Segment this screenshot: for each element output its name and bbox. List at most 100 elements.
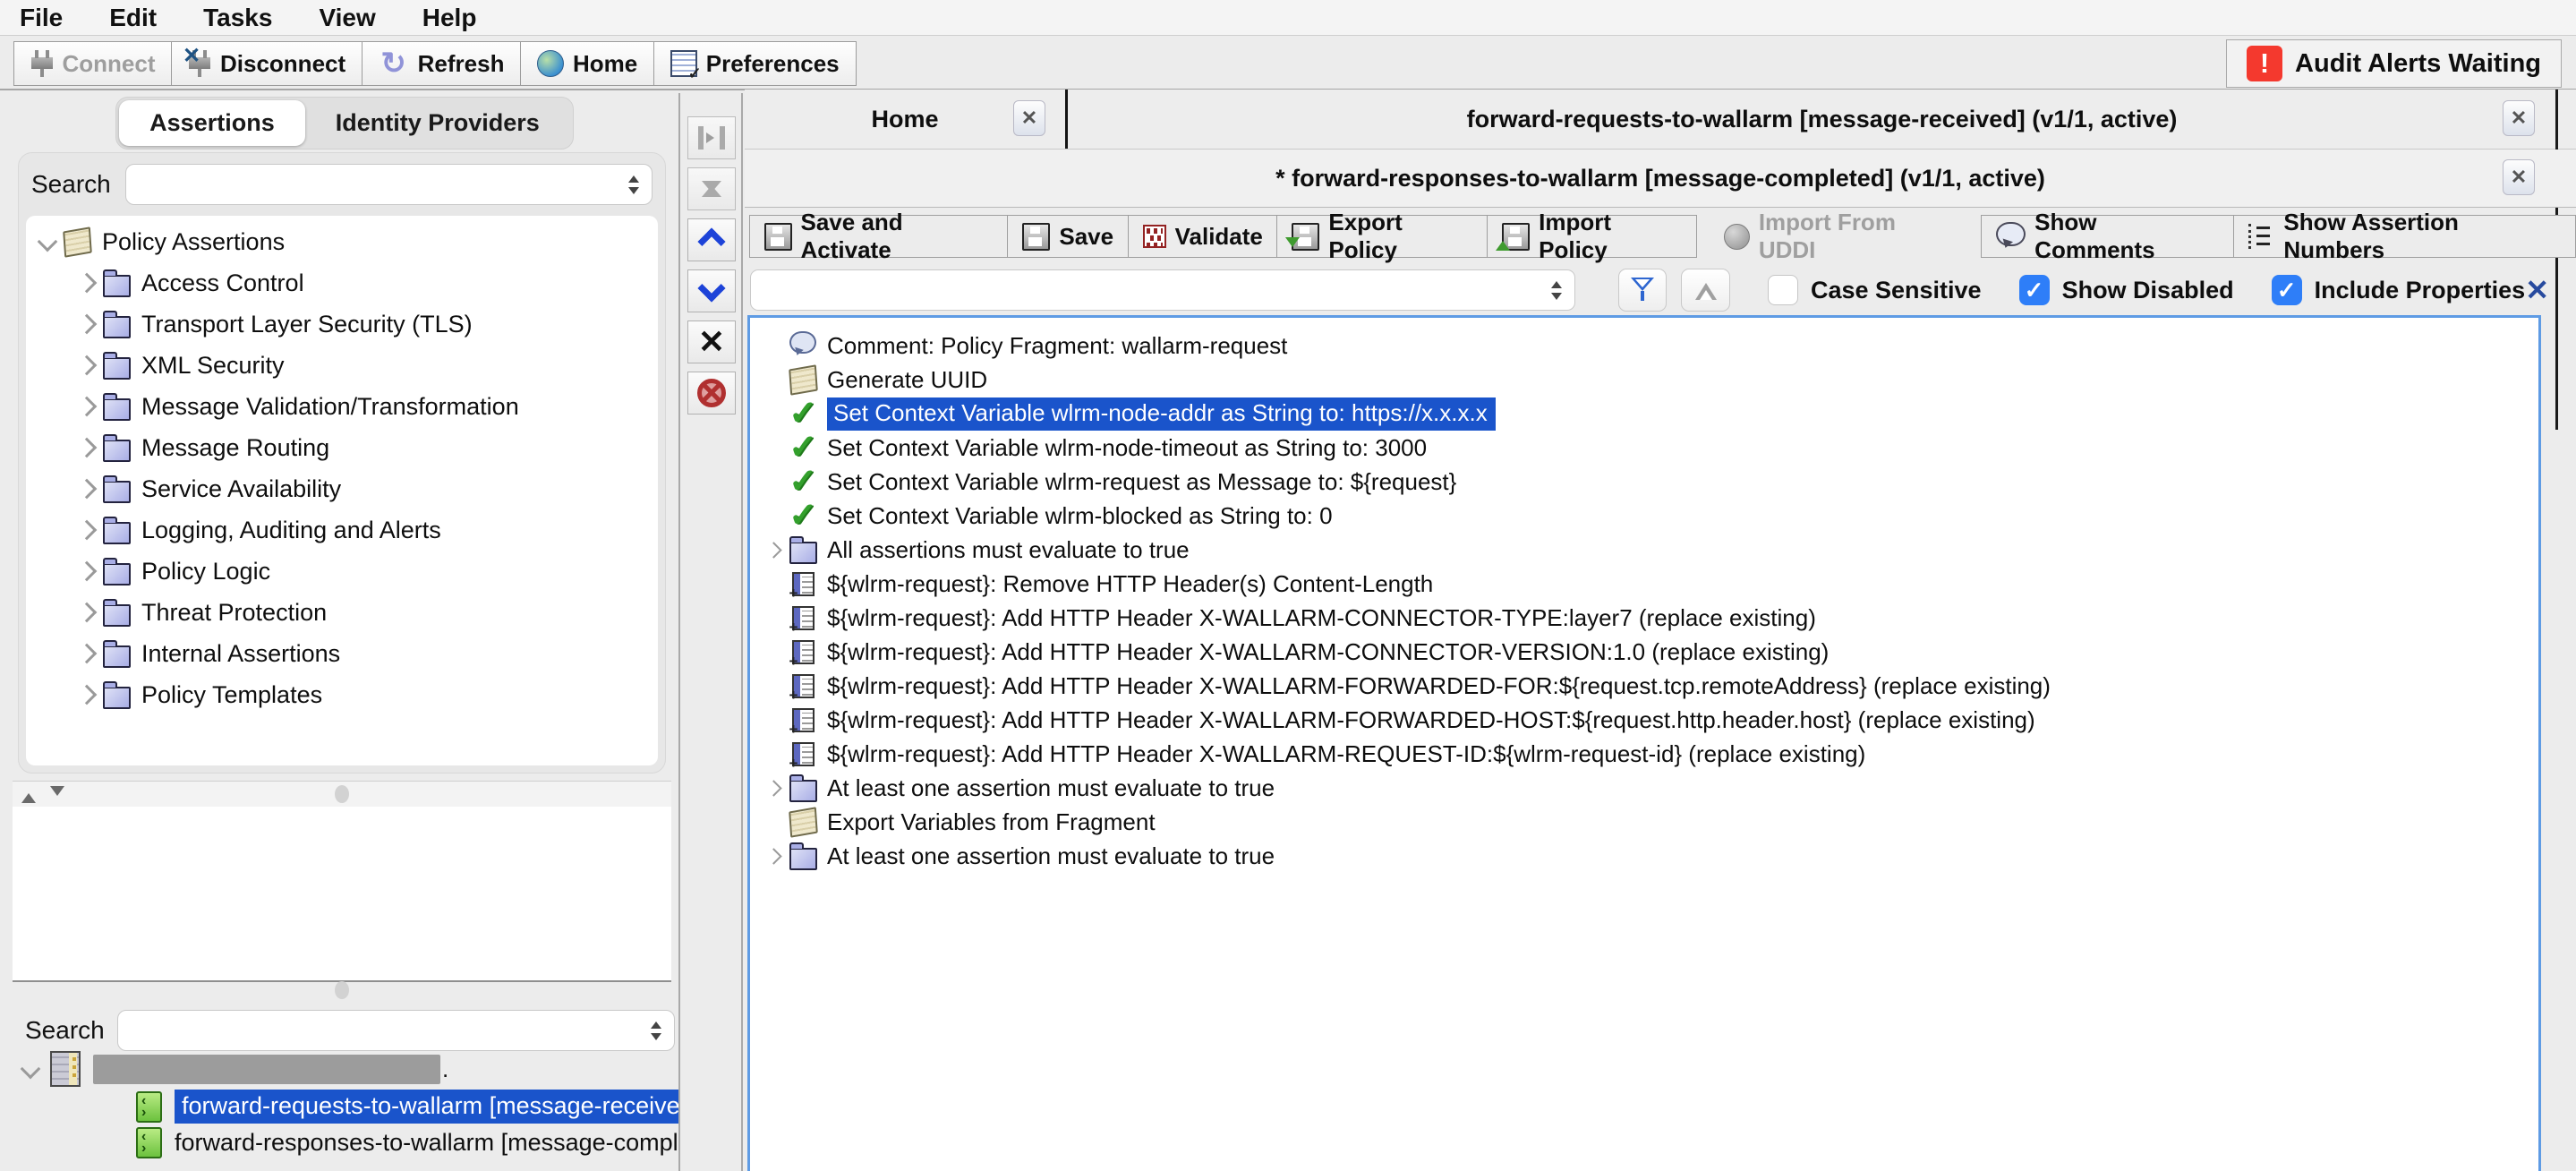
refresh-button[interactable]: Refresh (362, 41, 522, 86)
assertions-tab[interactable]: Assertions (119, 100, 305, 146)
chevron-right-icon[interactable] (77, 355, 98, 376)
collapse-down-icon[interactable] (50, 786, 64, 803)
policy-assertion-row[interactable]: ${wlrm-request}: Add HTTP Header X-WALLA… (750, 601, 2538, 635)
policy-assertion-row[interactable]: Generate UUID (750, 363, 2538, 397)
sort-button[interactable] (1681, 269, 1730, 312)
message-routing-tree-item[interactable]: Message Routing (26, 427, 658, 468)
show-comments-button[interactable]: Show Comments (1981, 215, 2235, 258)
chevron-right-icon[interactable] (765, 848, 781, 864)
gateway-root-node[interactable]: . (13, 1049, 693, 1089)
policy-assertion-row[interactable]: ${wlrm-request}: Remove HTTP Header(s) C… (750, 567, 2538, 601)
edit-menu[interactable]: Edit (109, 4, 157, 32)
chevron-right-icon[interactable] (77, 314, 98, 335)
tasks-menu[interactable]: Tasks (203, 4, 272, 32)
transport-layer-security-tls-tree-item[interactable]: Transport Layer Security (TLS) (26, 303, 658, 345)
case-sensitive-checkbox[interactable]: Case Sensitive (1768, 275, 1982, 305)
policy-assertion-row[interactable]: Comment: Policy Fragment: wallarm-reques… (750, 329, 2538, 363)
splitter-lower[interactable] (13, 982, 671, 998)
policy-assertion-row[interactable]: ${wlrm-request}: Add HTTP Header X-WALLA… (750, 635, 2538, 669)
assertion-filter-combo[interactable] (750, 269, 1575, 311)
chevron-right-icon[interactable] (77, 438, 98, 458)
xml-security-tree-item[interactable]: XML Security (26, 345, 658, 386)
tab-home[interactable]: Home (745, 90, 1065, 149)
checkbox-box[interactable] (2272, 275, 2302, 305)
palette-search-input[interactable] (126, 165, 619, 204)
audit-alerts-button[interactable]: Audit Alerts Waiting (2226, 39, 2562, 88)
show-disabled-checkbox[interactable]: Show Disabled (2019, 275, 2234, 305)
export-policy-button[interactable]: Export Policy (1276, 215, 1488, 258)
services-search-input[interactable] (118, 1011, 642, 1050)
home-button[interactable]: Home (520, 41, 654, 86)
policy-templates-tree-item[interactable]: Policy Templates (26, 674, 658, 715)
logging-auditing-and-alerts-tree-item[interactable]: Logging, Auditing and Alerts (26, 509, 658, 551)
combo-stepper[interactable] (1542, 276, 1571, 305)
chevron-down-icon[interactable] (38, 232, 58, 252)
identity-providers-tab[interactable]: Identity Providers (305, 100, 570, 146)
assertion-action-button[interactable] (687, 167, 736, 210)
show-assertion-numbers-button[interactable]: Show Assertion Numbers (2233, 215, 2576, 258)
policy-assertion-row[interactable]: Set Context Variable wlrm-node-timeout a… (750, 431, 2538, 465)
assertion-action-button[interactable] (687, 372, 736, 415)
tree-root-policy-assertions[interactable]: Policy Assertions (26, 221, 658, 262)
validate-button[interactable]: Validate (1128, 215, 1278, 258)
assertion-action-button[interactable] (687, 269, 736, 312)
include-properties-checkbox[interactable]: Include Properties (2272, 275, 2526, 305)
internal-assertions-tree-item[interactable]: Internal Assertions (26, 633, 658, 674)
policy-assertion-row[interactable]: ${wlrm-request}: Add HTTP Header X-WALLA… (750, 669, 2538, 703)
chevron-right-icon[interactable] (77, 603, 98, 623)
assertion-action-button[interactable] (687, 116, 736, 159)
collapse-up-icon[interactable] (21, 786, 36, 803)
file-menu[interactable]: File (20, 4, 63, 32)
policy-assertion-row[interactable]: At least one assertion must evaluate to … (750, 839, 2538, 873)
connect-button[interactable]: Connect (13, 41, 173, 86)
chevron-right-icon[interactable] (765, 542, 781, 558)
close-tab-button[interactable] (1013, 100, 1045, 136)
close-tab-button[interactable] (2503, 159, 2535, 195)
policy-assertion-row[interactable]: Set Context Variable wlrm-blocked as Str… (750, 499, 2538, 533)
view-menu[interactable]: View (319, 4, 375, 32)
import-policy-button[interactable]: Import Policy (1487, 215, 1697, 258)
forward-requests-to-wallarm-message-received-policy-node[interactable]: forward-requests-to-wallarm [message-rec… (13, 1089, 693, 1124)
chevron-down-icon[interactable] (21, 1059, 41, 1080)
chevron-right-icon[interactable] (77, 397, 98, 417)
services-search-stepper[interactable] (642, 1016, 670, 1046)
splitter-grip[interactable] (335, 981, 349, 999)
message-validation-transformation-tree-item[interactable]: Message Validation/Transformation (26, 386, 658, 427)
assertion-action-button[interactable] (687, 321, 736, 363)
policy-assertion-row[interactable]: ${wlrm-request}: Add HTTP Header X-WALLA… (750, 737, 2538, 771)
preferences-button[interactable]: Preferences (653, 41, 857, 86)
tab-forward-requests[interactable]: forward-requests-to-wallarm [message-rec… (1068, 90, 2576, 149)
chevron-right-icon[interactable] (77, 561, 98, 582)
chevron-right-icon[interactable] (77, 520, 98, 541)
chevron-right-icon[interactable] (77, 644, 98, 664)
service-availability-tree-item[interactable]: Service Availability (26, 468, 658, 509)
save-and-activate-button[interactable]: Save and Activate (749, 215, 1009, 258)
forward-responses-to-wallarm-message-completed-policy-node[interactable]: forward-responses-to-wallarm [message-co… (13, 1124, 693, 1160)
threat-protection-tree-item[interactable]: Threat Protection (26, 592, 658, 633)
chevron-right-icon[interactable] (77, 273, 98, 294)
assertion-action-button[interactable] (687, 218, 736, 261)
policy-assertion-row[interactable]: ${wlrm-request}: Add HTTP Header X-WALLA… (750, 703, 2538, 737)
policy-assertion-row[interactable]: Set Context Variable wlrm-node-addr as S… (750, 397, 2538, 431)
disconnect-button[interactable]: Disconnect (171, 41, 363, 86)
splitter-upper[interactable] (13, 781, 671, 808)
save-button[interactable]: Save (1007, 215, 1129, 258)
policy-assertion-row[interactable]: Set Context Variable wlrm-request as Mes… (750, 465, 2538, 499)
checkbox-box[interactable] (2019, 275, 2050, 305)
access-control-tree-item[interactable]: Access Control (26, 262, 658, 303)
splitter-grip[interactable] (335, 785, 349, 803)
policy-assertion-row[interactable]: All assertions must evaluate to true (750, 533, 2538, 567)
filter-button[interactable] (1618, 269, 1668, 312)
tree-item-label: Transport Layer Security (TLS) (141, 311, 473, 338)
chevron-right-icon[interactable] (77, 685, 98, 705)
close-tab-button[interactable] (2503, 100, 2535, 136)
policy-assertion-row[interactable]: Export Variables from Fragment (750, 805, 2538, 839)
chevron-right-icon[interactable] (765, 780, 781, 796)
chevron-right-icon[interactable] (77, 479, 98, 500)
help-menu[interactable]: Help (422, 4, 477, 32)
checkbox-box[interactable] (1768, 275, 1798, 305)
policy-assertion-row[interactable]: At least one assertion must evaluate to … (750, 771, 2538, 805)
palette-search-stepper[interactable] (619, 170, 648, 200)
policy-logic-tree-item[interactable]: Policy Logic (26, 551, 658, 592)
clear-filter-button[interactable]: ✕ (2525, 273, 2549, 307)
